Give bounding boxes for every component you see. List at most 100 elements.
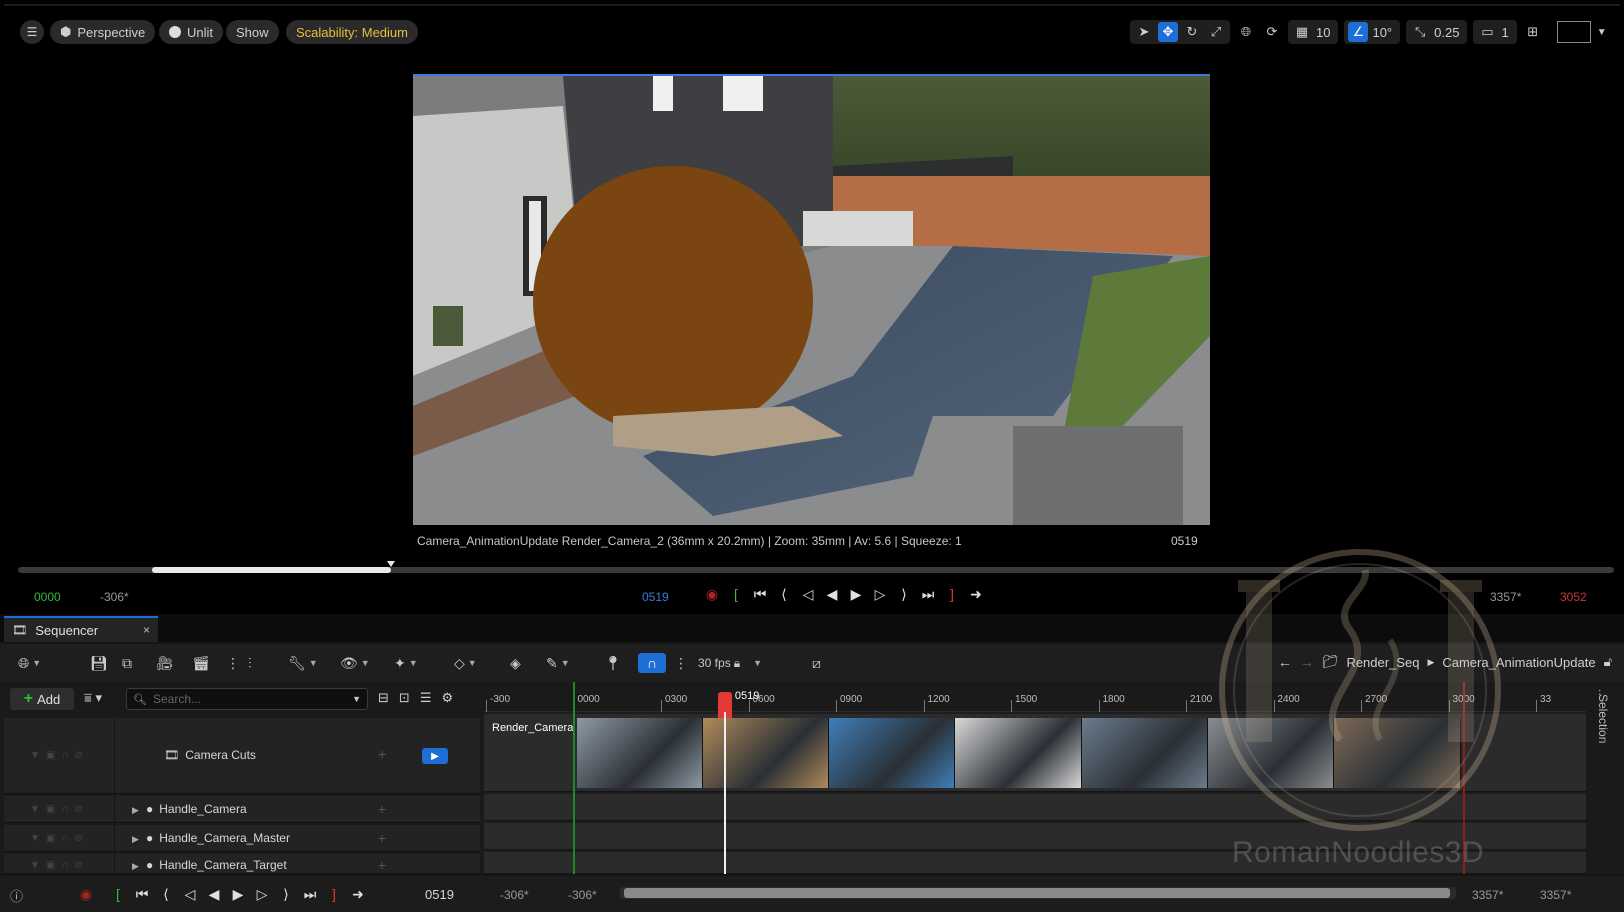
viewport-settings-button[interactable] — [1556, 21, 1591, 43]
set-start-icon[interactable]: [ — [728, 586, 744, 602]
expand-arrow-icon[interactable]: ▶ — [132, 805, 139, 816]
sequencer-tab[interactable]: 🎞︎ Sequencer × — [4, 616, 158, 642]
solo-icon[interactable]: ∩ — [61, 833, 68, 844]
prev-key-icon[interactable]: ⟨ — [158, 886, 174, 902]
record-icon[interactable]: ◉ — [78, 886, 94, 902]
info-icon[interactable]: ⓘ — [10, 886, 23, 905]
breadcrumb-current[interactable]: Camera_AnimationUpdate — [1442, 655, 1595, 670]
auto-key-icon[interactable]: ◈ — [510, 653, 521, 673]
solo-icon[interactable]: ∩ — [61, 804, 68, 815]
track-row-handle-camera[interactable]: ▼ ▣ ∩ ⊘ ▶ ● Handle_Camera + — [4, 796, 480, 823]
rotation-snap-group[interactable]: ∠ 10° — [1344, 20, 1401, 44]
next-key-icon[interactable]: ⟩ — [278, 886, 294, 902]
track-row-handle-camera-master[interactable]: ▼ ▣ ∩ ⊘ ▶ ● Handle_Camera_Master + — [4, 825, 480, 852]
translate-icon[interactable]: ✥ — [1158, 22, 1178, 42]
expand-arrow-icon[interactable]: ▶ — [132, 861, 139, 872]
search-input[interactable] — [152, 692, 347, 706]
pin-icon[interactable]: ▼ — [30, 804, 40, 815]
add-key-icon[interactable]: + — [378, 801, 386, 817]
view-mode-button[interactable]: Unlit — [159, 20, 224, 44]
scrub-handle[interactable] — [387, 561, 396, 567]
collapse-icon[interactable]: ⊟ — [378, 690, 389, 706]
record-icon[interactable]: ◉ — [704, 586, 720, 602]
unlock-icon[interactable]: 🔓︎ — [1604, 654, 1612, 670]
grid-snap-group[interactable]: ▦ 10 — [1288, 20, 1339, 44]
curve-editor-icon[interactable]: ⫶ — [248, 653, 252, 673]
add-key-icon[interactable]: + — [378, 857, 386, 873]
footer-play-end[interactable]: 3357* — [1472, 888, 1503, 902]
scale-icon[interactable]: ⤢ — [1206, 22, 1226, 42]
lock-icon[interactable]: ▣ — [46, 860, 55, 871]
camera-lock-button[interactable]: ▶ — [422, 748, 448, 764]
scalability-button[interactable]: Scalability: Medium — [286, 20, 418, 44]
back-arrow-icon[interactable]: ← — [1278, 654, 1292, 670]
clapboard-icon[interactable]: 🎬︎ — [192, 653, 210, 673]
camera-speed-group[interactable]: ▭ 1 — [1473, 20, 1517, 44]
handle-camera-lane[interactable] — [484, 794, 1586, 821]
show-button[interactable]: Show — [226, 20, 279, 44]
step-forward-icon[interactable]: ▷ — [254, 886, 270, 902]
visibility-icon[interactable]: 👁︎ ▼ — [340, 653, 370, 673]
selection-options-icon[interactable]: ✦ ▼ — [394, 653, 418, 673]
scale-snap-group[interactable]: ⤡ 0.25 — [1406, 20, 1468, 44]
footer-view-start[interactable]: -306* — [500, 888, 529, 902]
expand-arrow-icon[interactable]: ▶ — [132, 834, 139, 845]
rotate-icon[interactable]: ↻ — [1182, 22, 1202, 42]
timeline-scrollbar[interactable] — [620, 887, 1456, 899]
viewport-view-start[interactable]: -306* — [100, 590, 129, 604]
viewport-current-time[interactable]: 0519 — [642, 590, 669, 604]
fps-selector[interactable]: 30 fps 🔒︎ ▼ — [698, 653, 762, 673]
mute-icon[interactable]: ⊘ — [75, 750, 83, 761]
expand-icon[interactable]: ⊡ — [399, 690, 410, 706]
add-key-icon[interactable]: + — [378, 746, 386, 762]
viewport-view-end[interactable]: 3357* — [1490, 590, 1521, 604]
world-space-icon[interactable]: 🌐︎ — [1236, 22, 1256, 42]
camera-cut-thumbnail[interactable] — [1334, 718, 1461, 788]
set-end-icon[interactable]: ] — [944, 586, 960, 602]
save-as-icon[interactable]: ⧉ — [122, 653, 132, 673]
step-forward-icon[interactable]: ▷ — [872, 586, 888, 602]
select-arrow-icon[interactable]: ➤ — [1134, 22, 1154, 42]
footer-play-start[interactable]: -306* — [568, 888, 597, 902]
camera-cut-thumbnail[interactable] — [1081, 718, 1209, 788]
play-reverse-icon[interactable]: ◀ — [206, 886, 222, 902]
solo-icon[interactable]: ∩ — [61, 750, 68, 761]
lock-icon[interactable]: ▣ — [46, 833, 55, 844]
world-settings-icon[interactable]: 🌐︎ ▼ — [18, 653, 41, 673]
step-back-icon[interactable]: ◁ — [800, 586, 816, 602]
camera-cut-thumbnail[interactable] — [702, 718, 830, 788]
level-viewport[interactable]: ☰ ⬢ Perspective Unlit Show Scalability: … — [4, 4, 1620, 612]
settings-gear-icon[interactable]: ⚙ — [441, 690, 453, 706]
jump-end-icon[interactable]: ⏭ — [920, 586, 936, 602]
selection-tab[interactable]: Selection — [1596, 694, 1610, 743]
track-row-camera-cuts[interactable]: ▼ ▣ ∩ ⊘ 🎞︎ Camera Cuts + ▶ — [4, 718, 480, 794]
prev-key-icon[interactable]: ⟨ — [776, 586, 792, 602]
loop-arrow-icon[interactable]: ➜ — [350, 886, 366, 902]
camera-cut-thumbnail[interactable] — [955, 718, 1082, 788]
mute-icon[interactable]: ⊘ — [75, 804, 83, 815]
camera-cut-thumbnail[interactable] — [576, 718, 703, 788]
forward-arrow-icon[interactable]: → — [1300, 654, 1314, 670]
viewport-out-time[interactable]: 3052 — [1560, 590, 1587, 604]
play-icon[interactable]: ▶ — [848, 586, 864, 602]
play-icon[interactable]: ▶ — [230, 886, 246, 902]
step-back-icon[interactable]: ◁ — [182, 886, 198, 902]
breadcrumb-root[interactable]: Render_Seq — [1346, 655, 1419, 670]
chevron-down-icon[interactable]: ▼ — [1597, 27, 1607, 38]
lock-icon[interactable]: ▣ — [46, 804, 55, 815]
save-icon[interactable]: 💾︎ — [90, 653, 108, 673]
pin-icon[interactable]: ▼ — [30, 833, 40, 844]
marker-icon[interactable]: 📍︎ — [604, 653, 622, 673]
footer-view-end[interactable]: 3357* — [1540, 888, 1571, 902]
add-track-button[interactable]: + Add — [10, 688, 74, 710]
chevron-down-icon[interactable]: ▼ — [352, 694, 361, 704]
brush-icon[interactable]: ✎ ▼ — [546, 653, 570, 673]
camera-cut-thumbnail[interactable] — [1208, 718, 1335, 788]
pin-icon[interactable]: ▼ — [30, 750, 40, 761]
snap-magnet-icon[interactable]: ∩ — [638, 653, 666, 673]
key-icon[interactable]: ◇ ▼ — [454, 653, 477, 673]
jump-start-icon[interactable]: ⏮ — [752, 586, 768, 602]
layout-icon[interactable]: ⊞ — [1523, 22, 1543, 42]
track-row-handle-camera-target[interactable]: ▼ ▣ ∩ ⊘ ▶ ● Handle_Camera_Target + — [4, 854, 480, 874]
next-key-icon[interactable]: ⟩ — [896, 586, 912, 602]
